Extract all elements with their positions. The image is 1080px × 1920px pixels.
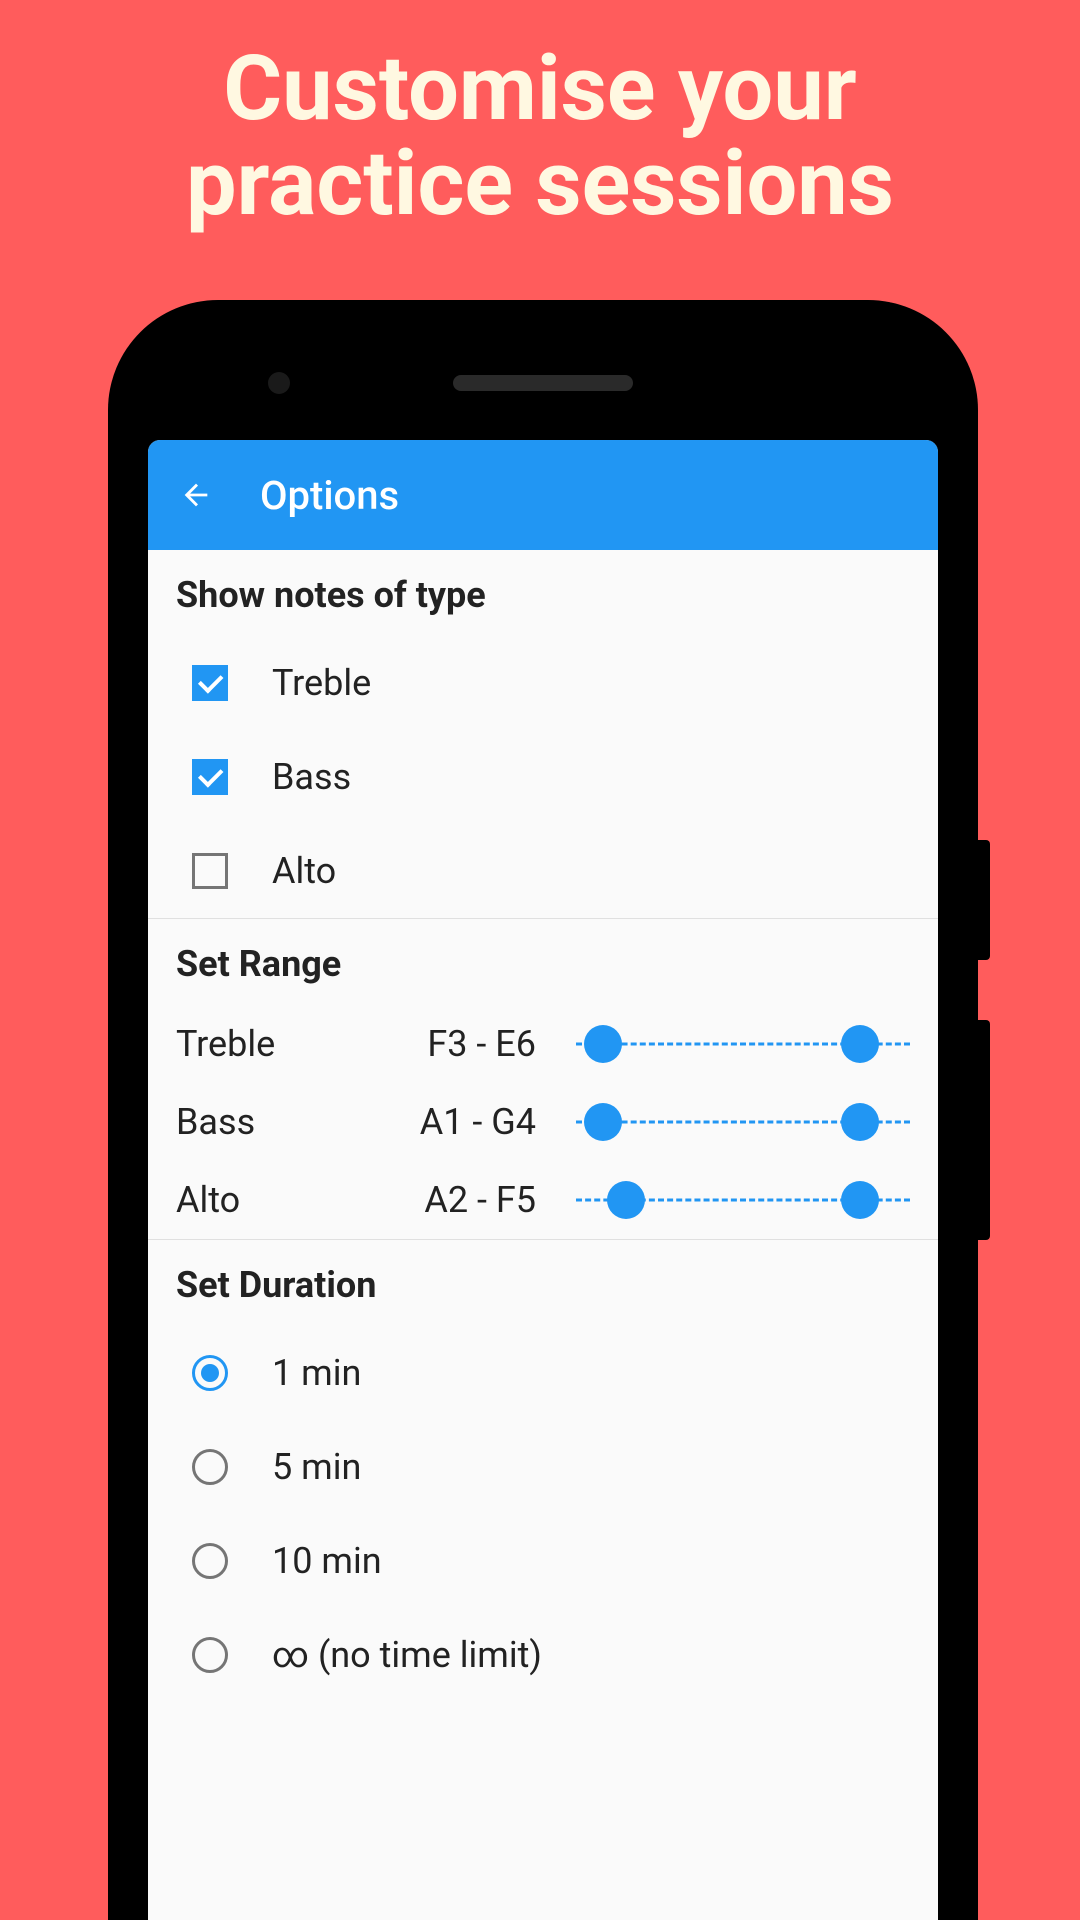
back-button[interactable] <box>172 471 220 519</box>
checkbox-label: Treble <box>272 662 371 704</box>
promo-line-1: Customise your <box>223 36 856 141</box>
range-name: Treble <box>176 1023 346 1065</box>
radio-duration-2[interactable] <box>192 1543 228 1579</box>
checkbox-row-bass[interactable]: Bass <box>148 730 938 824</box>
phone-side-button-1 <box>978 840 990 960</box>
radio-label: 1 min <box>272 1352 361 1394</box>
range-row-bass: Bass A1 - G4 <box>148 1083 938 1161</box>
promo-line-2: practice sessions <box>186 131 894 236</box>
checkbox-row-treble[interactable]: Treble <box>148 636 938 730</box>
app-screen: Options Show notes of type Treble Bass Alt… <box>148 440 938 1920</box>
radio-row-duration-3[interactable]: ∞ (no time limit) <box>148 1608 938 1702</box>
checkbox-bass[interactable] <box>192 759 228 795</box>
section-set-range: Set Range Treble F3 - E6 Bass A1 - G4 Alto A2… <box>148 919 938 1240</box>
app-bar-title: Options <box>260 472 399 519</box>
radio-duration-0[interactable] <box>192 1355 228 1391</box>
checkbox-treble[interactable] <box>192 665 228 701</box>
range-row-alto: Alto A2 - F5 <box>148 1161 938 1239</box>
range-value: A1 - G4 <box>366 1101 536 1143</box>
phone-frame: Options Show notes of type Treble Bass Alt… <box>108 300 978 1920</box>
phone-camera <box>268 372 290 394</box>
radio-row-duration-2[interactable]: 10 min <box>148 1514 938 1608</box>
phone-side-button-2 <box>978 1020 990 1240</box>
range-name: Alto <box>176 1179 346 1221</box>
range-value: F3 - E6 <box>366 1023 536 1065</box>
promo-headline: Customise your practice sessions <box>0 42 1080 231</box>
phone-speaker <box>453 375 633 391</box>
section-header-show-notes: Show notes of type <box>148 550 938 636</box>
slider-thumb-low[interactable] <box>584 1103 622 1141</box>
checkbox-label: Alto <box>272 850 336 892</box>
arrow-left-icon <box>179 478 213 512</box>
radio-duration-1[interactable] <box>192 1449 228 1485</box>
slider-thumb-low[interactable] <box>584 1025 622 1063</box>
app-bar: Options <box>148 440 938 550</box>
radio-label: 10 min <box>272 1540 382 1582</box>
slider-thumb-high[interactable] <box>841 1181 879 1219</box>
radio-label: 5 min <box>272 1446 361 1488</box>
checkbox-row-alto[interactable]: Alto <box>148 824 938 918</box>
section-set-duration: Set Duration 1 min 5 min 10 min ∞ (no time … <box>148 1240 938 1702</box>
radio-label: ∞ (no time limit) <box>272 1634 542 1676</box>
range-slider-bass[interactable] <box>576 1102 910 1142</box>
section-header-set-duration: Set Duration <box>148 1240 938 1326</box>
radio-row-duration-1[interactable]: 5 min <box>148 1420 938 1514</box>
slider-thumb-low[interactable] <box>607 1181 645 1219</box>
range-slider-treble[interactable] <box>576 1024 910 1064</box>
radio-row-duration-0[interactable]: 1 min <box>148 1326 938 1420</box>
checkbox-alto[interactable] <box>192 853 228 889</box>
range-value: A2 - F5 <box>366 1179 536 1221</box>
slider-thumb-high[interactable] <box>841 1025 879 1063</box>
checkbox-label: Bass <box>272 756 351 798</box>
range-row-treble: Treble F3 - E6 <box>148 1005 938 1083</box>
section-header-set-range: Set Range <box>148 919 938 1005</box>
section-show-notes: Show notes of type Treble Bass Alto <box>148 550 938 919</box>
range-name: Bass <box>176 1101 346 1143</box>
radio-duration-3[interactable] <box>192 1637 228 1673</box>
range-slider-alto[interactable] <box>576 1180 910 1220</box>
slider-thumb-high[interactable] <box>841 1103 879 1141</box>
